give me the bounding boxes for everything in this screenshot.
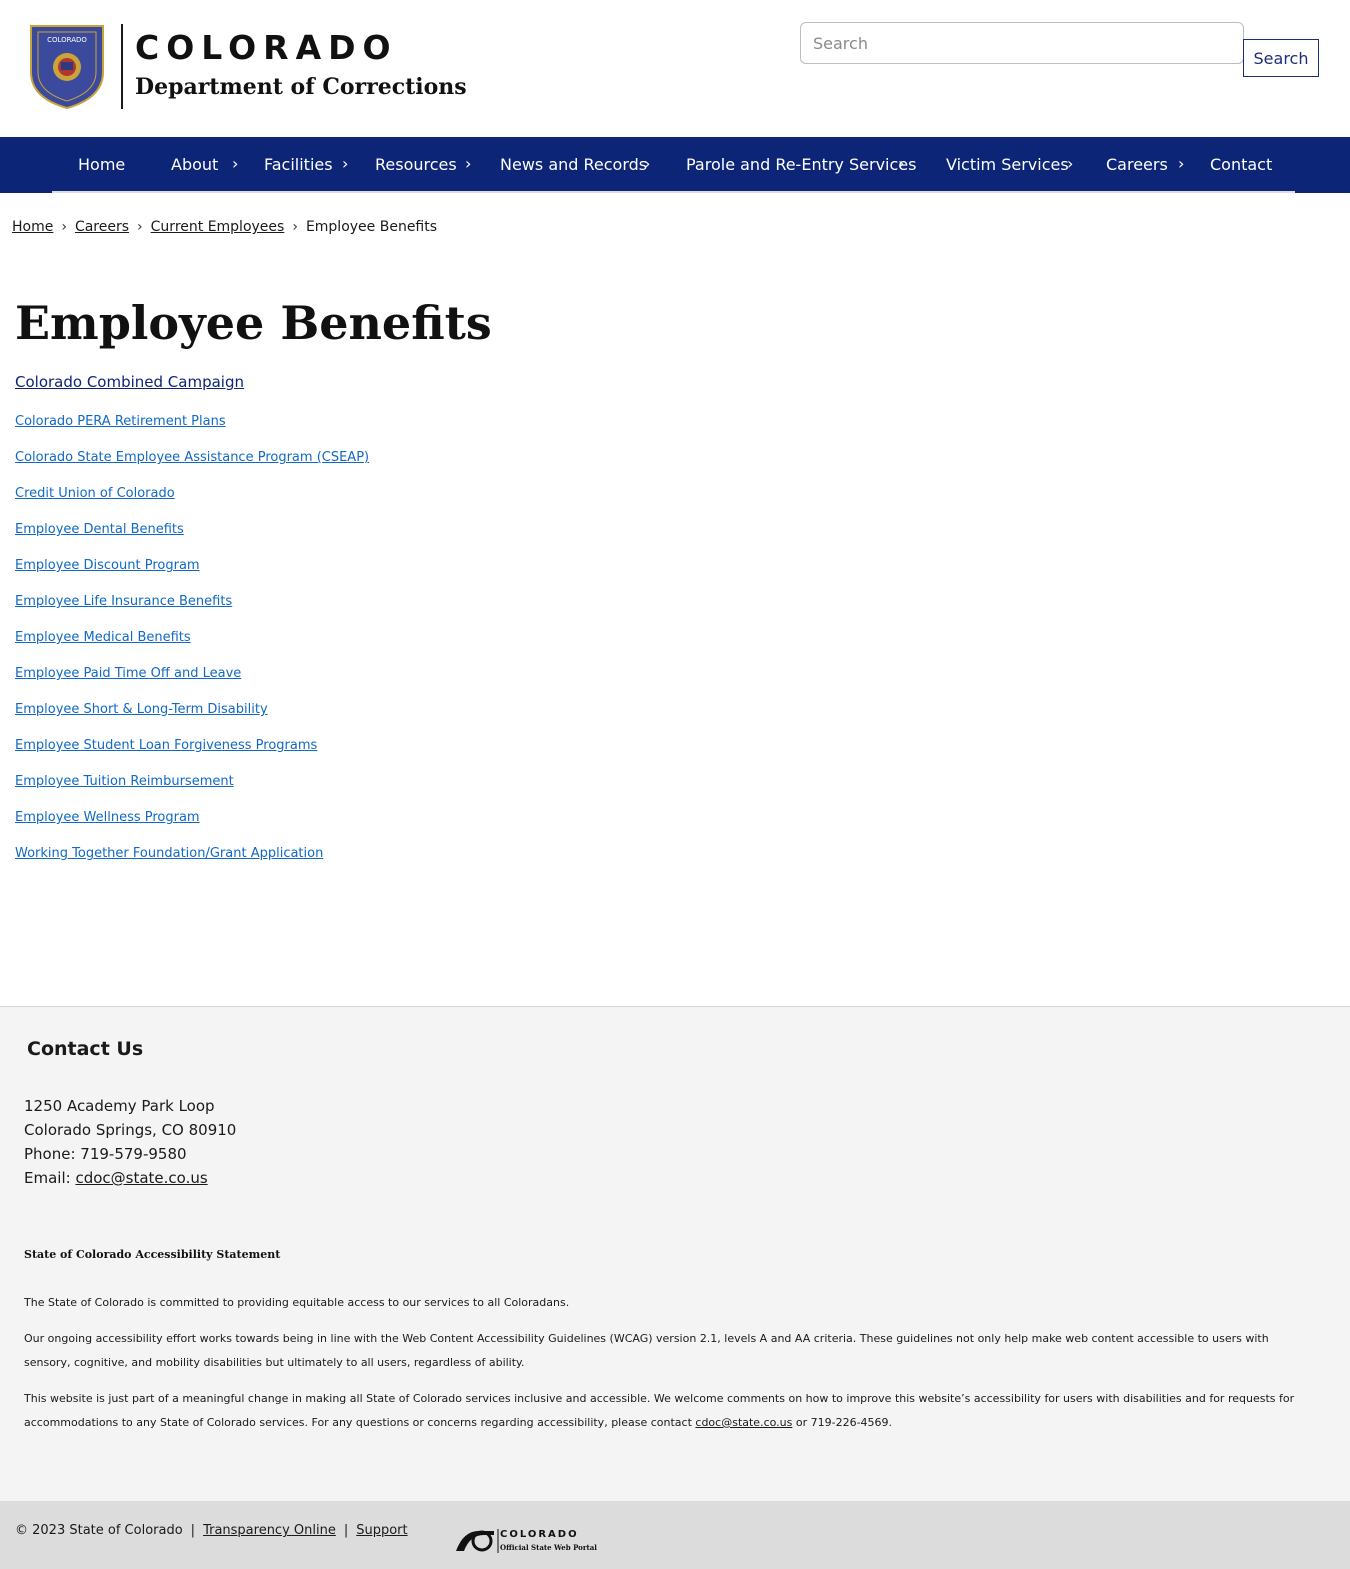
list-item: Employee Paid Time Off and Leave [15, 662, 369, 698]
contact-heading: Contact Us [27, 1038, 144, 1060]
chevron-right-icon[interactable]: › [644, 137, 650, 193]
search-button[interactable]: Search [1243, 39, 1319, 77]
department-seal-logo[interactable]: COLORADO [28, 22, 106, 110]
accessibility-text: This website is just part of a meaningfu… [24, 1392, 1295, 1429]
list-item: Employee Dental Benefits [15, 518, 369, 554]
portal-subtitle: Official State Web Portal [500, 1543, 597, 1552]
chevron-right-icon[interactable]: › [465, 137, 471, 193]
accessibility-heading: State of Colorado Accessibility Statemen… [24, 1248, 281, 1261]
phone-number: Phone: 719-579-9580 [24, 1145, 187, 1163]
breadcrumb-home[interactable]: Home [12, 219, 53, 235]
nav-item-resources[interactable]: Resources [375, 137, 457, 193]
benefit-link[interactable]: Colorado State Employee Assistance Progr… [15, 450, 369, 465]
nav-item-contact[interactable]: Contact [1210, 137, 1272, 193]
portal-title: COLORADO [500, 1529, 579, 1540]
support-link[interactable]: Support [356, 1523, 407, 1538]
email-link[interactable]: cdoc@state.co.us [75, 1169, 207, 1187]
benefit-link[interactable]: Employee Wellness Program [15, 810, 200, 825]
benefit-link[interactable]: Employee Tuition Reimbursement [15, 774, 234, 789]
benefit-link[interactable]: Employee Life Insurance Benefits [15, 594, 232, 609]
transparency-online-link[interactable]: Transparency Online [203, 1523, 336, 1538]
copyright-row: © 2023 State of Colorado | Transparency On… [15, 1523, 408, 1538]
nav-item-facilities[interactable]: Facilities [264, 137, 333, 193]
benefit-link[interactable]: Employee Dental Benefits [15, 522, 184, 537]
colorado-combined-campaign-link[interactable]: Colorado Combined Campaign [15, 373, 244, 391]
nav-item-news-and-records[interactable]: News and Records [500, 137, 647, 193]
benefit-link[interactable]: Credit Union of Colorado [15, 486, 175, 501]
accessibility-text: or 719-226-4569. [792, 1416, 893, 1429]
accessibility-paragraph: Our ongoing accessibility effort works t… [24, 1332, 1269, 1369]
breadcrumb-current-employees[interactable]: Current Employees [151, 219, 285, 235]
contact-address: 1250 Academy Park Loop Colorado Springs,… [24, 1094, 236, 1190]
nav-underline [52, 191, 1295, 193]
list-item: Employee Discount Program [15, 554, 369, 590]
benefit-link[interactable]: Employee Discount Program [15, 558, 200, 573]
chevron-right-icon[interactable]: › [342, 137, 348, 193]
site-header: COLORADO COLORADO Department of Correcti… [0, 0, 1350, 137]
accessibility-paragraph: The State of Colorado is committed to pr… [24, 1296, 570, 1309]
accessibility-paragraph: This website is just part of a meaningfu… [24, 1387, 1314, 1435]
email-row: Email: cdoc@state.co.us [24, 1166, 236, 1190]
brand-title[interactable]: COLORADO [135, 28, 398, 67]
svg-text:COLORADO: COLORADO [47, 36, 87, 44]
breadcrumb-separator: › [137, 219, 143, 235]
pipe-separator: | [343, 1523, 349, 1538]
search-input[interactable] [800, 22, 1244, 64]
list-item: Colorado State Employee Assistance Progr… [15, 446, 369, 482]
benefit-link[interactable]: Employee Medical Benefits [15, 630, 191, 645]
address-line: 1250 Academy Park Loop [24, 1097, 215, 1115]
nav-item-about[interactable]: About [171, 137, 218, 193]
copyright-text: © 2023 State of Colorado [15, 1523, 183, 1538]
benefit-links-list: Colorado PERA Retirement Plans Colorado … [15, 410, 369, 878]
breadcrumb-separator: › [292, 219, 298, 235]
chevron-right-icon[interactable]: › [898, 137, 904, 193]
accessibility-email-link[interactable]: cdoc@state.co.us [695, 1416, 792, 1429]
list-item: Employee Life Insurance Benefits [15, 590, 369, 626]
list-item: Employee Tuition Reimbursement [15, 770, 369, 806]
breadcrumb-current: Employee Benefits [305, 219, 438, 235]
chevron-right-icon[interactable]: › [1178, 137, 1184, 193]
nav-item-victim-services[interactable]: Victim Services [946, 137, 1069, 193]
list-item: Employee Wellness Program [15, 806, 369, 842]
breadcrumb-separator: › [61, 219, 67, 235]
list-item: Employee Short & Long-Term Disability [15, 698, 369, 734]
benefit-link[interactable]: Colorado PERA Retirement Plans [15, 414, 226, 429]
benefit-link[interactable]: Employee Paid Time Off and Leave [15, 666, 241, 681]
list-item: Credit Union of Colorado [15, 482, 369, 518]
list-item: Employee Student Loan Forgiveness Progra… [15, 734, 369, 770]
nav-item-home[interactable]: Home [78, 137, 125, 193]
page-title: Employee Benefits [15, 296, 492, 350]
nav-item-careers[interactable]: Careers [1106, 137, 1168, 193]
pipe-separator: | [190, 1523, 196, 1538]
brand-subtitle[interactable]: Department of Corrections [135, 74, 467, 100]
nav-item-parole-reentry[interactable]: Parole and Re-Entry Services [686, 137, 916, 193]
email-label: Email: [24, 1169, 76, 1187]
chevron-right-icon[interactable]: › [1067, 137, 1073, 193]
benefit-link[interactable]: Working Together Foundation/Grant Applic… [15, 846, 323, 861]
breadcrumb-careers[interactable]: Careers [75, 219, 129, 235]
benefit-link[interactable]: Employee Short & Long-Term Disability [15, 702, 268, 717]
brand-divider [121, 24, 123, 109]
list-item: Colorado PERA Retirement Plans [15, 410, 369, 446]
chevron-right-icon[interactable]: › [232, 137, 238, 193]
list-item: Employee Medical Benefits [15, 626, 369, 662]
benefit-link[interactable]: Employee Student Loan Forgiveness Progra… [15, 738, 317, 753]
list-item: Working Together Foundation/Grant Applic… [15, 842, 369, 878]
breadcrumb: Home › Careers › Current Employees › Employee … [12, 219, 437, 235]
main-navigation: Home About › Facilities › Resources › Ne… [0, 137, 1350, 193]
address-line: Colorado Springs, CO 80910 [24, 1121, 237, 1139]
